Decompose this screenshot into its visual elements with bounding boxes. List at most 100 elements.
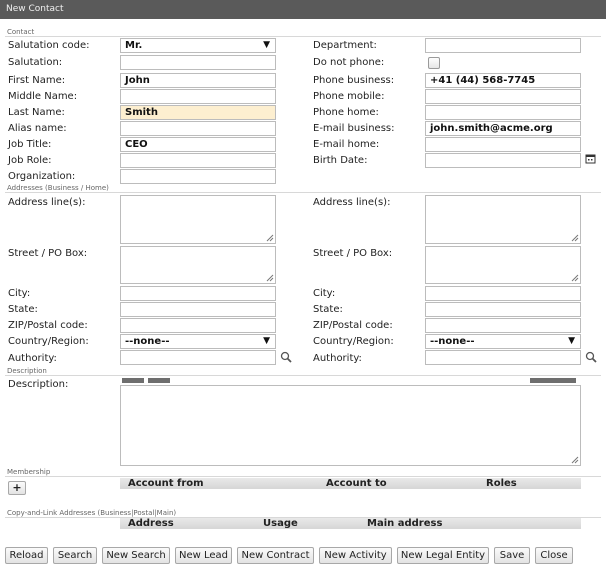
section-divider [5, 192, 601, 193]
middle-name-input[interactable] [120, 89, 276, 104]
business-country-label: Country/Region: [8, 336, 89, 347]
phone-mobile-label: Phone mobile: [313, 91, 385, 102]
resize-grip-icon[interactable] [266, 274, 274, 282]
business-zip-label: ZIP/Postal code: [8, 320, 88, 331]
business-authority-label: Authority: [8, 353, 57, 364]
phone-home-label: Phone home: [313, 107, 379, 118]
add-membership-button[interactable]: + [8, 481, 26, 495]
new-lead-button[interactable]: New Lead [175, 547, 232, 564]
column-header[interactable]: Roles [486, 478, 517, 489]
department-input[interactable] [425, 38, 581, 53]
new-legal-entity-button[interactable]: New Legal Entity [397, 547, 489, 564]
save-button[interactable]: Save [494, 547, 530, 564]
birth-date-label: Birth Date: [313, 155, 368, 166]
section-divider [5, 375, 601, 376]
new-activity-button[interactable]: New Activity [319, 547, 392, 564]
home-city-input[interactable] [425, 286, 581, 301]
business-state-input[interactable] [120, 302, 276, 317]
editor-toolbar-icon[interactable] [122, 378, 144, 383]
section-description-label: Description [7, 367, 47, 375]
home-country-value: --none-- [430, 336, 475, 347]
business-country-select[interactable]: --none-- ▼ [120, 334, 276, 349]
search-button[interactable]: Search [53, 547, 97, 564]
phone-mobile-input[interactable] [425, 89, 581, 104]
resize-grip-icon[interactable] [571, 234, 579, 242]
section-copylink-label: Copy-and-Link Addresses (Business|Postal… [7, 509, 177, 517]
home-street-textarea[interactable] [425, 246, 581, 284]
description-label: Description: [8, 379, 69, 390]
reload-button[interactable]: Reload [5, 547, 48, 564]
salutation-code-select[interactable]: Mr. ▼ [120, 38, 276, 53]
resize-grip-icon[interactable] [266, 234, 274, 242]
magnifier-icon[interactable] [280, 351, 292, 363]
birth-date-input[interactable] [425, 153, 581, 168]
job-role-input[interactable] [120, 153, 276, 168]
column-header[interactable]: Account to [326, 478, 387, 489]
section-divider [5, 36, 601, 37]
business-zip-input[interactable] [120, 318, 276, 333]
last-name-label: Last Name: [8, 107, 65, 118]
business-authority-input[interactable] [120, 350, 276, 365]
first-name-input[interactable]: John [120, 73, 276, 88]
alias-name-label: Alias name: [8, 123, 67, 134]
column-header[interactable]: Main address [367, 518, 442, 529]
chevron-down-icon: ▼ [263, 336, 270, 346]
alias-name-input[interactable] [120, 121, 276, 136]
editor-toolbar-icon[interactable] [530, 378, 576, 383]
description-textarea[interactable] [120, 385, 581, 466]
copylink-table-header: Address Usage Main address [120, 518, 581, 529]
home-country-select[interactable]: --none-- ▼ [425, 334, 581, 349]
home-address-lines-label: Address line(s): [313, 197, 391, 208]
new-search-button[interactable]: New Search [102, 547, 170, 564]
email-home-input[interactable] [425, 137, 581, 152]
chevron-down-icon: ▼ [263, 40, 270, 50]
resize-grip-icon[interactable] [571, 274, 579, 282]
home-address-lines-textarea[interactable] [425, 195, 581, 244]
email-home-label: E-mail home: [313, 139, 380, 150]
last-name-input[interactable]: Smith [120, 105, 276, 120]
first-name-label: First Name: [8, 75, 66, 86]
column-header[interactable]: Account from [128, 478, 204, 489]
phone-home-input[interactable] [425, 105, 581, 120]
organization-input[interactable] [120, 169, 276, 184]
home-authority-input[interactable] [425, 350, 581, 365]
section-contact-label: Contact [7, 28, 35, 36]
phone-business-input[interactable]: +41 (44) 568-7745 [425, 73, 581, 88]
business-address-lines-textarea[interactable] [120, 195, 276, 244]
new-contract-button[interactable]: New Contract [237, 547, 314, 564]
home-state-input[interactable] [425, 302, 581, 317]
close-button[interactable]: Close [535, 547, 573, 564]
chevron-down-icon: ▼ [568, 336, 575, 346]
magnifier-icon[interactable] [585, 351, 597, 363]
home-city-label: City: [313, 288, 336, 299]
business-country-value: --none-- [125, 336, 170, 347]
business-address-lines-label: Address line(s): [8, 197, 86, 208]
middle-name-label: Middle Name: [8, 91, 78, 102]
business-street-label: Street / PO Box: [8, 248, 88, 259]
do-not-phone-checkbox[interactable] [428, 57, 440, 69]
resize-grip-icon[interactable] [571, 456, 579, 464]
business-city-input[interactable] [120, 286, 276, 301]
calendar-icon[interactable] [585, 153, 596, 164]
column-header[interactable]: Usage [263, 518, 298, 529]
membership-table-header: Account from Account to Roles [120, 478, 581, 489]
column-header[interactable]: Address [128, 518, 174, 529]
business-street-textarea[interactable] [120, 246, 276, 284]
editor-toolbar-icon[interactable] [148, 378, 170, 383]
job-role-label: Job Role: [8, 155, 52, 166]
organization-label: Organization: [8, 171, 76, 182]
department-label: Department: [313, 40, 377, 51]
email-business-input[interactable]: john.smith@acme.org [425, 121, 581, 136]
salutation-code-label: Salutation code: [8, 40, 90, 51]
home-zip-input[interactable] [425, 318, 581, 333]
do-not-phone-label: Do not phone: [313, 57, 385, 68]
home-state-label: State: [313, 304, 343, 315]
email-business-label: E-mail business: [313, 123, 395, 134]
business-city-label: City: [8, 288, 31, 299]
section-divider [5, 476, 601, 477]
business-state-label: State: [8, 304, 38, 315]
salutation-input[interactable] [120, 55, 276, 70]
home-country-label: Country/Region: [313, 336, 394, 347]
job-title-input[interactable]: CEO [120, 137, 276, 152]
home-authority-label: Authority: [313, 353, 362, 364]
